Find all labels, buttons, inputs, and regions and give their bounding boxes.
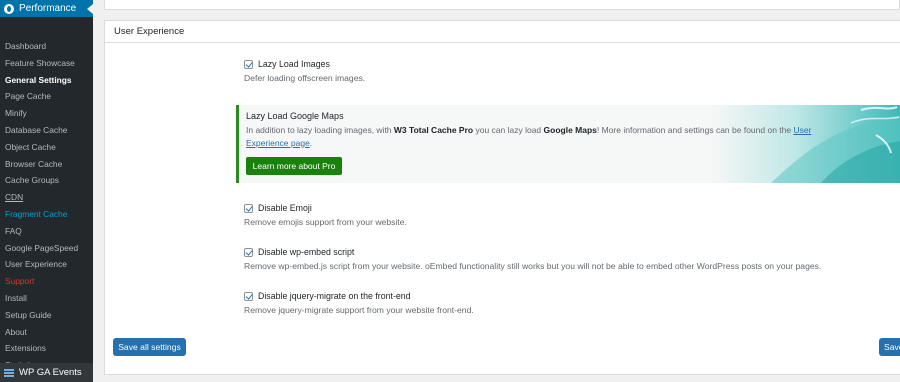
sidebar-item-database-cache[interactable]: Database Cache <box>0 122 93 139</box>
disable-jquery-migrate-checkbox[interactable] <box>244 291 253 301</box>
admin-sidebar: Performance Dashboard Feature Showcase G… <box>0 0 93 382</box>
sidebar-item-google-pagespeed[interactable]: Google PageSpeed <box>0 240 93 257</box>
sidebar-item-cache-groups[interactable]: Cache Groups <box>0 172 93 189</box>
sidebar-item-feature-showcase[interactable]: Feature Showcase <box>0 55 93 72</box>
disable-embed-checkbox[interactable] <box>244 247 253 257</box>
sidebar-item-faq[interactable]: FAQ <box>0 223 93 240</box>
pro-promo-box: Lazy Load Google Maps In addition to laz… <box>236 105 900 183</box>
disable-jquery-migrate-description: Remove jquery-migrate support from your … <box>244 305 474 315</box>
sidebar-item-object-cache[interactable]: Object Cache <box>0 139 93 156</box>
menu-lines-icon <box>4 368 14 377</box>
user-experience-panel: User Experience Lazy Load Images Defer l… <box>104 20 900 375</box>
sidebar-item-performance[interactable]: Performance <box>0 0 93 17</box>
sidebar-item-cdn[interactable]: CDN <box>0 189 93 206</box>
sidebar-header-label: Performance <box>19 3 77 14</box>
sidebar-item-general-settings[interactable]: General Settings <box>0 72 93 89</box>
sidebar-item-extensions[interactable]: Extensions <box>0 340 93 357</box>
sidebar-item-browser-cache[interactable]: Browser Cache <box>0 156 93 173</box>
sidebar-bottom-label: WP GA Events <box>19 367 82 378</box>
disable-embed-option: Disable wp-embed script Remove wp-embed.… <box>244 246 821 271</box>
save-button-right[interactable]: Save <box>879 338 900 356</box>
sidebar-item-minify[interactable]: Minify <box>0 105 93 122</box>
promo-text: In addition to lazy loading images, with… <box>246 124 856 149</box>
sidebar-item-setup-guide[interactable]: Setup Guide <box>0 307 93 324</box>
lazy-load-checkbox[interactable] <box>244 59 253 69</box>
promo-text-part: In addition to lazy loading images, with <box>246 125 394 135</box>
sidebar-item-dashboard[interactable]: Dashboard <box>0 38 93 55</box>
disable-embed-description: Remove wp-embed.js script from your webs… <box>244 261 822 271</box>
disable-emoji-checkbox[interactable] <box>244 203 253 213</box>
promo-product-name: W3 Total Cache Pro <box>393 125 474 135</box>
save-all-settings-button[interactable]: Save all settings <box>113 338 186 356</box>
disable-emoji-label[interactable]: Disable Emoji <box>258 203 312 213</box>
disable-emoji-option: Disable Emoji Remove emojis support from… <box>244 202 407 227</box>
disable-embed-label[interactable]: Disable wp-embed script <box>258 247 354 257</box>
sidebar-item-support[interactable]: Support <box>0 273 93 290</box>
promo-text-part: you can lazy load <box>473 125 544 135</box>
sidebar-item-wp-ga-events[interactable]: WP GA Events <box>0 363 93 382</box>
sidebar-item-page-cache[interactable]: Page Cache <box>0 88 93 105</box>
promo-text-part: ! More information and settings can be f… <box>596 125 794 135</box>
panel-title: User Experience <box>105 21 900 43</box>
previous-settings-box <box>104 0 900 10</box>
promo-title: Lazy Load Google Maps <box>246 111 344 121</box>
sidebar-item-user-experience[interactable]: User Experience <box>0 256 93 273</box>
lazy-load-label[interactable]: Lazy Load Images <box>258 59 330 69</box>
learn-more-pro-button[interactable]: Learn more about Pro <box>246 157 342 175</box>
sidebar-item-about[interactable]: About <box>0 324 93 341</box>
disable-jquery-migrate-label[interactable]: Disable jquery-migrate on the front-end <box>258 291 411 301</box>
promo-text-part: . <box>309 137 313 148</box>
current-menu-arrow <box>87 4 93 14</box>
lazy-load-option: Lazy Load Images Defer loading offscreen… <box>244 58 365 83</box>
disable-emoji-description: Remove emojis support from your website. <box>244 217 407 227</box>
sidebar-submenu: Dashboard Feature Showcase General Setti… <box>0 38 93 374</box>
sidebar-item-install[interactable]: Install <box>0 290 93 307</box>
performance-icon <box>4 3 14 14</box>
disable-jquery-migrate-option: Disable jquery-migrate on the front-end … <box>244 290 474 315</box>
lazy-load-description: Defer loading offscreen images. <box>244 73 366 83</box>
sidebar-item-fragment-cache[interactable]: Fragment Cache <box>0 206 93 223</box>
promo-feature-name: Google Maps <box>543 125 597 135</box>
